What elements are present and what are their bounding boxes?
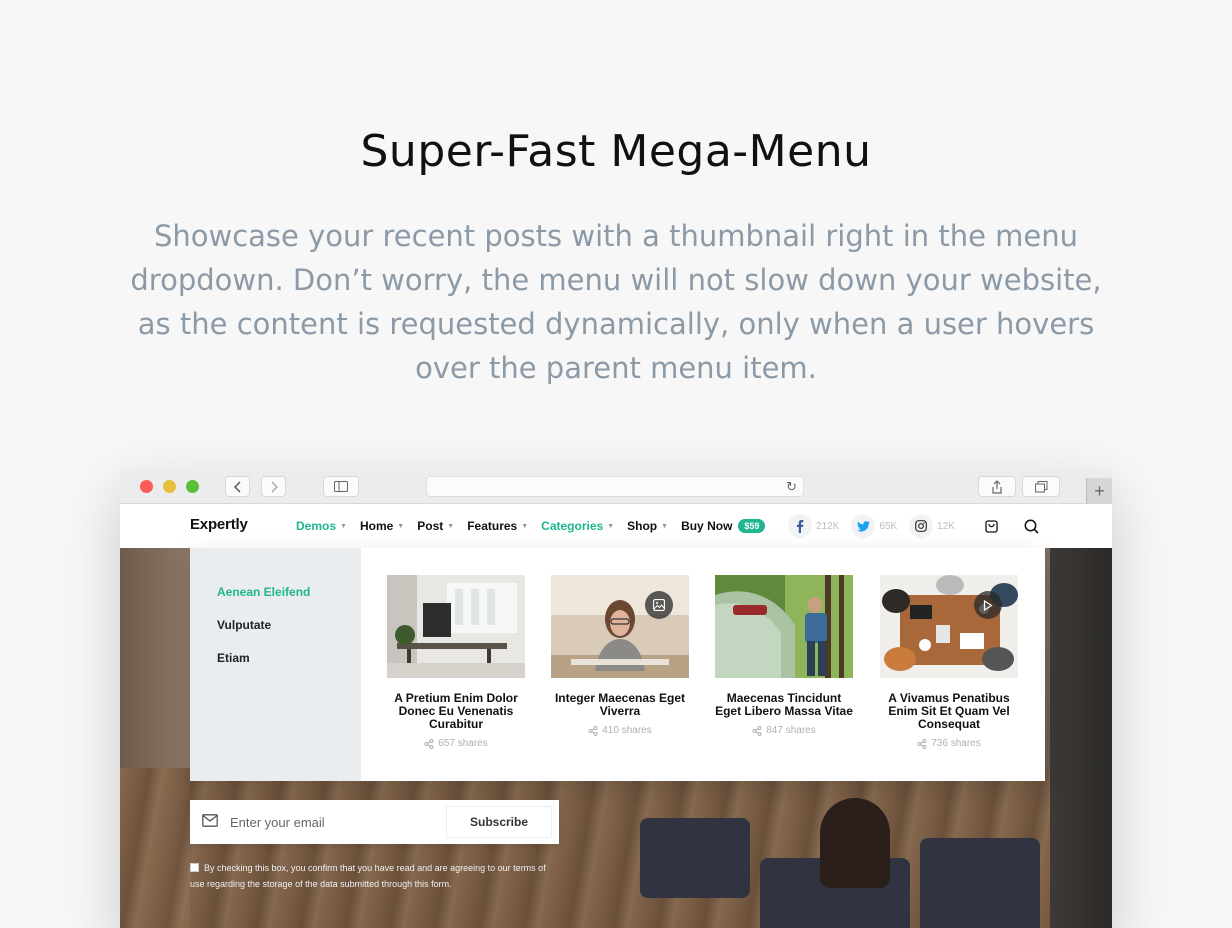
mega-post-card[interactable]: A Pretium Enim Dolor Donec Eu Venenatis … — [387, 575, 525, 749]
post-title[interactable]: Integer Maecenas Eget Viverra — [551, 692, 689, 718]
post-title[interactable]: Maecenas Tincidunt Eget Libero Massa Vit… — [715, 692, 853, 718]
main-nav: Demos ▼ Home ▼ Post ▼ Features ▼ Categories ▼… — [296, 504, 778, 548]
address-bar[interactable]: ↻ — [426, 476, 804, 497]
mail-icon — [202, 814, 218, 827]
site-logo[interactable]: Expertly — [190, 516, 248, 533]
post-title[interactable]: A Pretium Enim Dolor Donec Eu Venenatis … — [387, 692, 525, 731]
sidebar-toggle-button[interactable] — [323, 476, 359, 497]
post-thumbnail[interactable] — [880, 575, 1018, 678]
mega-post-card[interactable]: Integer Maecenas Eget Viverra 410 shares — [551, 575, 689, 736]
share-icon — [752, 725, 762, 736]
mega-category-aenean-eleifend[interactable]: Aenean Eleifend — [217, 585, 310, 599]
browser-window: ↻ + Expertly Demos ▼ Home ▼ Post ▼ Features… — [120, 470, 1112, 928]
mega-category-etiam[interactable]: Etiam — [217, 651, 250, 665]
post-shares: 657 shares — [387, 738, 525, 749]
share-button[interactable] — [978, 476, 1016, 497]
post-shares: 410 shares — [551, 725, 689, 736]
facebook-icon — [788, 514, 812, 538]
nav-item-demos[interactable]: Demos ▼ — [296, 519, 347, 533]
play-icon — [974, 591, 1002, 619]
mega-post-card[interactable]: A Vivamus Penatibus Enim Sit Et Quam Vel… — [880, 575, 1018, 749]
nav-item-buy-now[interactable]: Buy Now $59 — [681, 519, 766, 533]
mega-menu-sidebar: Aenean Eleifend Vulputate Etiam — [190, 548, 361, 781]
reload-icon[interactable]: ↻ — [786, 479, 797, 495]
nav-item-categories[interactable]: Categories ▼ — [541, 519, 614, 533]
chevron-down-icon: ▼ — [521, 522, 529, 530]
close-window-button[interactable] — [140, 480, 153, 493]
minimize-window-button[interactable] — [163, 480, 176, 493]
mega-post-card[interactable]: Maecenas Tincidunt Eget Libero Massa Vit… — [715, 575, 853, 736]
share-icon — [424, 738, 434, 749]
maximize-window-button[interactable] — [186, 480, 199, 493]
hero-title: Super-Fast Mega-Menu — [360, 126, 872, 177]
site-header: Expertly Demos ▼ Home ▼ Post ▼ Features ▼ Ca… — [120, 504, 1112, 548]
chevron-down-icon: ▼ — [447, 522, 455, 530]
chevron-down-icon: ▼ — [607, 522, 615, 530]
post-thumbnail[interactable] — [387, 575, 525, 678]
browser-toolbar: ↻ + — [120, 470, 1112, 504]
chevron-down-icon: ▼ — [661, 522, 669, 530]
mega-menu-dropdown: Aenean Eleifend Vulputate Etiam A Pretiu… — [190, 548, 1045, 781]
share-icon — [588, 725, 598, 736]
post-thumbnail[interactable] — [551, 575, 689, 678]
social-facebook[interactable]: 212K — [788, 514, 839, 538]
post-shares: 736 shares — [880, 738, 1018, 749]
sidebar-icon — [334, 481, 348, 492]
price-badge: $59 — [738, 519, 766, 533]
share-icon — [992, 479, 1002, 494]
shopping-bag-icon[interactable] — [982, 517, 1000, 535]
tabs-button[interactable] — [1022, 476, 1060, 497]
nav-item-post[interactable]: Post ▼ — [417, 519, 454, 533]
mega-category-vulputate[interactable]: Vulputate — [217, 618, 271, 632]
hero-description: Showcase your recent posts with a thumbn… — [130, 219, 1102, 385]
share-icon — [917, 738, 927, 749]
consent-checkbox[interactable] — [190, 863, 199, 872]
social-twitter[interactable]: 65K — [851, 514, 897, 538]
nav-item-home[interactable]: Home ▼ — [360, 519, 404, 533]
post-shares: 847 shares — [715, 725, 853, 736]
nav-item-features[interactable]: Features ▼ — [467, 519, 528, 533]
forward-button[interactable] — [261, 476, 286, 497]
subscribe-button[interactable]: Subscribe — [446, 806, 552, 838]
post-title[interactable]: A Vivamus Penatibus Enim Sit Et Quam Vel… — [880, 692, 1018, 731]
chevron-down-icon: ▼ — [340, 522, 347, 530]
search-icon[interactable] — [1022, 517, 1040, 535]
social-instagram[interactable]: 12K — [909, 514, 955, 538]
new-tab-button[interactable]: + — [1086, 478, 1112, 504]
chevron-right-icon — [270, 480, 278, 493]
subscribe-form: Subscribe — [190, 800, 559, 844]
nav-item-shop[interactable]: Shop ▼ — [627, 519, 668, 533]
social-links: 212K 65K 12K — [788, 504, 967, 548]
tabs-icon — [1034, 480, 1047, 492]
instagram-icon — [909, 514, 934, 538]
image-icon — [645, 591, 673, 619]
consent-text: By checking this box, you confirm that y… — [190, 863, 546, 889]
back-button[interactable] — [225, 476, 250, 497]
email-input[interactable] — [230, 812, 430, 832]
chevron-down-icon: ▼ — [397, 522, 405, 530]
post-thumbnail[interactable] — [715, 575, 853, 678]
chevron-left-icon — [233, 480, 241, 493]
twitter-icon — [851, 514, 876, 538]
